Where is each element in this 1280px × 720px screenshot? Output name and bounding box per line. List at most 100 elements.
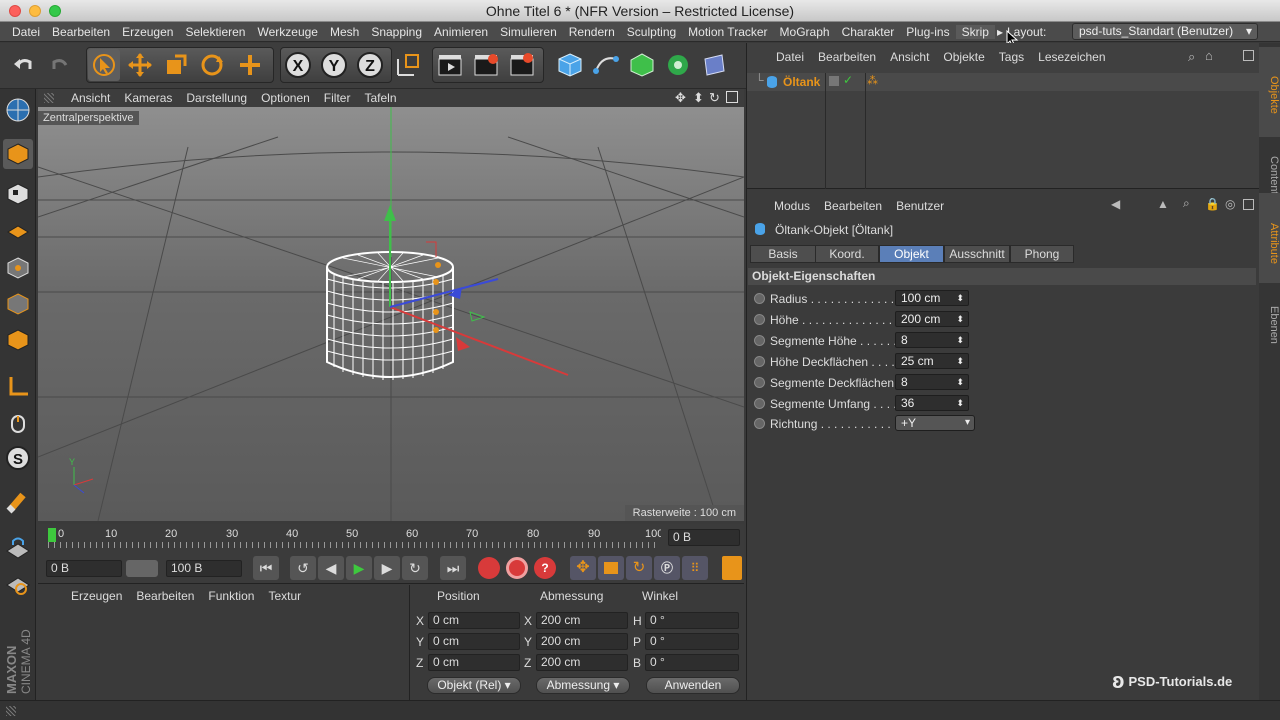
rotate-tool-icon[interactable] [196, 49, 228, 81]
tweak-mode-icon[interactable] [3, 407, 33, 437]
zoom-window-button[interactable] [49, 5, 61, 17]
z-axis-lock-icon[interactable]: Z [354, 49, 386, 81]
go-to-start-icon[interactable]: ⏮ [253, 556, 279, 580]
position-y-field[interactable]: 0 cm [428, 633, 520, 650]
object-name[interactable]: Öltank [783, 75, 820, 89]
current-frame-marker[interactable] [48, 528, 56, 542]
y-axis-lock-icon[interactable]: Y [318, 49, 350, 81]
up-arrow-icon[interactable]: ▲ [1157, 197, 1169, 211]
side-tab-ebenen[interactable]: Ebenen [1259, 293, 1280, 353]
next-key-icon[interactable]: ↻ [402, 556, 428, 580]
apply-button[interactable]: Anwenden [646, 677, 740, 694]
go-to-end-icon[interactable]: ⏭ [440, 556, 466, 580]
material-menu-textur[interactable]: Textur [261, 589, 308, 603]
object-menu-datei[interactable]: Datei [769, 50, 811, 64]
object-axis-gizmo[interactable] [384, 205, 569, 376]
home-icon[interactable]: ⌂ [1205, 48, 1213, 63]
subdivision-surface-icon[interactable] [626, 49, 658, 81]
tab-ausschnitt[interactable]: Ausschnitt [944, 245, 1010, 263]
tab-koord[interactable]: Koord. [815, 245, 879, 263]
side-tab-objekte[interactable]: Objekte [1259, 47, 1280, 137]
close-window-button[interactable] [9, 5, 21, 17]
rotation-p-field[interactable]: 0 ° [645, 633, 739, 650]
animate-toggle-icon[interactable] [754, 293, 765, 304]
texture-mode-icon[interactable] [3, 179, 33, 209]
cap-height-field[interactable]: 25 cm ⬍ [895, 353, 969, 369]
radius-field[interactable]: 100 cm ⬍ [895, 290, 969, 306]
menu-plugins[interactable]: Plug-ins [900, 25, 955, 39]
start-frame-field[interactable]: 0 B [46, 560, 122, 577]
deformer-icon[interactable] [698, 49, 730, 81]
viewport-menu-kameras[interactable]: Kameras [117, 91, 179, 105]
menu-mograph[interactable]: MoGraph [774, 25, 836, 39]
viewport-menu-filter[interactable]: Filter [317, 91, 358, 105]
rotation-h-field[interactable]: 0 ° [645, 612, 739, 629]
play-icon[interactable]: ▶ [346, 556, 372, 580]
animate-toggle-icon[interactable] [754, 398, 765, 409]
coordinate-system-icon[interactable] [392, 49, 424, 81]
material-menu-bearbeiten[interactable]: Bearbeiten [129, 589, 201, 603]
model-mode-icon[interactable] [3, 139, 33, 169]
object-menu-bearbeiten[interactable]: Bearbeiten [811, 50, 883, 64]
autokey-icon[interactable] [506, 557, 528, 579]
tag-icon[interactable]: ⁂ [867, 74, 878, 87]
key-pla-icon[interactable]: ⠿ [682, 556, 708, 580]
animate-toggle-icon[interactable] [754, 335, 765, 346]
points-mode-icon[interactable] [3, 253, 33, 283]
cap-segments-field[interactable]: 8 ⬍ [895, 374, 969, 390]
animate-toggle-icon[interactable] [754, 418, 765, 429]
menu-werkzeuge[interactable]: Werkzeuge [251, 25, 323, 39]
position-z-field[interactable]: 0 cm [428, 654, 520, 671]
axis-mode-icon[interactable] [3, 371, 33, 401]
scale-tool-icon[interactable] [160, 49, 192, 81]
end-frame-field[interactable]: 100 B [166, 560, 242, 577]
select-arrow-icon[interactable] [88, 49, 120, 81]
menu-selektieren[interactable]: Selektieren [179, 25, 251, 39]
attribute-menu-benutzer[interactable]: Benutzer [889, 199, 951, 213]
current-frame-field[interactable]: 0 B [668, 529, 740, 546]
viewport-move-icon[interactable]: ✥ [675, 90, 686, 106]
workplane-lock-icon[interactable] [3, 533, 33, 563]
polygons-mode-icon[interactable] [3, 325, 33, 355]
object-menu-objekte[interactable]: Objekte [936, 50, 991, 64]
coord-mode-dropdown[interactable]: Objekt (Rel) ▾ [427, 677, 521, 694]
menu-erzeugen[interactable]: Erzeugen [116, 25, 179, 39]
move-tool-icon[interactable] [124, 49, 156, 81]
menu-animieren[interactable]: Animieren [428, 25, 494, 39]
previous-key-icon[interactable]: ↺ [290, 556, 316, 580]
panel-maximize-icon[interactable] [1243, 199, 1254, 210]
search-icon[interactable]: ⌕ [1183, 196, 1190, 211]
rotation-b-field[interactable]: 0 ° [645, 654, 739, 671]
menu-more-arrow-icon[interactable]: ▸ [995, 25, 1005, 39]
keyframe-selection-icon[interactable]: ? [534, 557, 556, 579]
grid-workplane-icon[interactable] [3, 569, 33, 599]
menu-mesh[interactable]: Mesh [324, 25, 365, 39]
workplane-mode-icon[interactable] [3, 215, 33, 245]
viewport-maximize-icon[interactable] [726, 91, 738, 103]
checkmark-icon[interactable]: ✓ [843, 73, 853, 87]
section-header[interactable]: Objekt-Eigenschaften [748, 268, 1256, 285]
attribute-menu-modus[interactable]: Modus [767, 199, 817, 213]
redo-icon[interactable] [44, 49, 76, 81]
size-x-field[interactable]: 200 cm [536, 612, 628, 629]
object-menu-lesezeichen[interactable]: Lesezeichen [1031, 50, 1112, 64]
menu-rendern[interactable]: Rendern [563, 25, 621, 39]
menu-sculpting[interactable]: Sculpting [621, 25, 682, 39]
render-view-icon[interactable] [434, 49, 466, 81]
next-frame-icon[interactable]: ▶ [374, 556, 400, 580]
menu-snapping[interactable]: Snapping [365, 25, 428, 39]
orientation-dropdown[interactable]: +Y ▾ [895, 415, 975, 431]
menu-motion-tracker[interactable]: Motion Tracker [682, 25, 773, 39]
panel-grip-icon[interactable] [44, 93, 54, 103]
key-rotation-icon[interactable]: ↻ [626, 556, 652, 580]
search-icon[interactable]: ⌕ [1188, 49, 1195, 65]
side-tab-attribute[interactable]: Attribute [1259, 193, 1280, 283]
viewport-rotate-icon[interactable]: ↻ [709, 90, 720, 106]
viewport-menu-darstellung[interactable]: Darstellung [179, 91, 254, 105]
menu-bearbeiten[interactable]: Bearbeiten [46, 25, 116, 39]
object-row[interactable]: └ Öltank ✓ ⁂ [747, 73, 1259, 91]
layer-icon[interactable] [829, 76, 839, 86]
render-settings-icon[interactable] [506, 49, 538, 81]
viewport-menu-ansicht[interactable]: Ansicht [64, 91, 117, 105]
height-segments-field[interactable]: 8 ⬍ [895, 332, 969, 348]
